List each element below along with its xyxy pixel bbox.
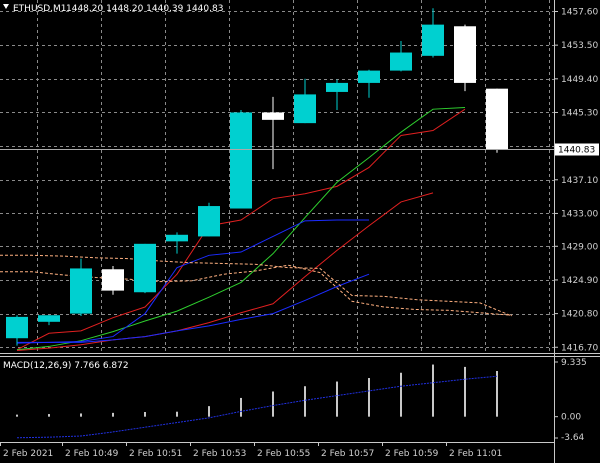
candle-body [166,234,188,242]
price-tick-label: 1424.90 [561,276,598,286]
candle-body [38,315,60,322]
candle-body [422,24,444,56]
macd-tick-label: -3.64 [561,433,585,443]
price-tick-label: 1449.40 [561,75,598,85]
chart-background [0,0,600,463]
candle-body [454,26,476,83]
time-tick-label: 2 Feb 2021 [3,449,53,459]
chart-header: ETHUSD,M1 1448.20 1448.20 1440.39 1440.8… [3,4,223,14]
time-tick-label: 2 Feb 10:59 [385,449,439,459]
price-tick-label: 1420.80 [561,310,598,320]
candle-body [486,88,508,150]
candle-body [230,112,252,209]
time-tick-label: 2 Feb 10:57 [321,449,374,459]
macd-header: MACD(12,26,9) 7.766 6.872 [3,361,129,371]
price-chart[interactable]: 1457.60 1453.50 1449.40 1445.30 1437.10 1433.… [0,0,600,463]
price-tick-label: 1429.00 [561,242,598,252]
price-tick-label: 1416.70 [561,343,598,353]
candle-body [390,52,412,71]
price-tick-label: 1453.50 [561,41,598,51]
time-tick-label: 2 Feb 11:01 [449,449,502,459]
macd-tick-label: 9.335 [561,358,587,368]
candle-body [326,82,348,92]
ohlc-values: 1448.20 1448.20 1440.39 1440.83 [66,4,223,14]
candle-body [198,206,220,237]
candle-body [134,243,156,293]
price-tag: 1440.83 [555,143,599,156]
macd-tick-label: 0.00 [561,413,581,423]
candle-body [262,112,284,120]
symbol-label: ETHUSD,M1 [13,4,67,14]
candle-body [6,316,28,339]
price-tick-label: 1445.30 [561,108,598,118]
candle-body [102,269,124,291]
time-tick-label: 2 Feb 10:53 [193,449,246,459]
price-tick-label: 1437.10 [561,176,598,186]
time-tick-label: 2 Feb 10:51 [129,449,182,459]
price-tag-label: 1440.83 [558,146,595,156]
price-tick-label: 1433.00 [561,209,598,219]
candle-body [294,94,316,124]
time-tick-label: 2 Feb 10:49 [65,449,119,459]
candle-body [70,268,92,314]
candle-body [358,70,380,83]
time-tick-label: 2 Feb 10:55 [257,449,310,459]
price-tick-label: 1457.60 [561,7,598,17]
